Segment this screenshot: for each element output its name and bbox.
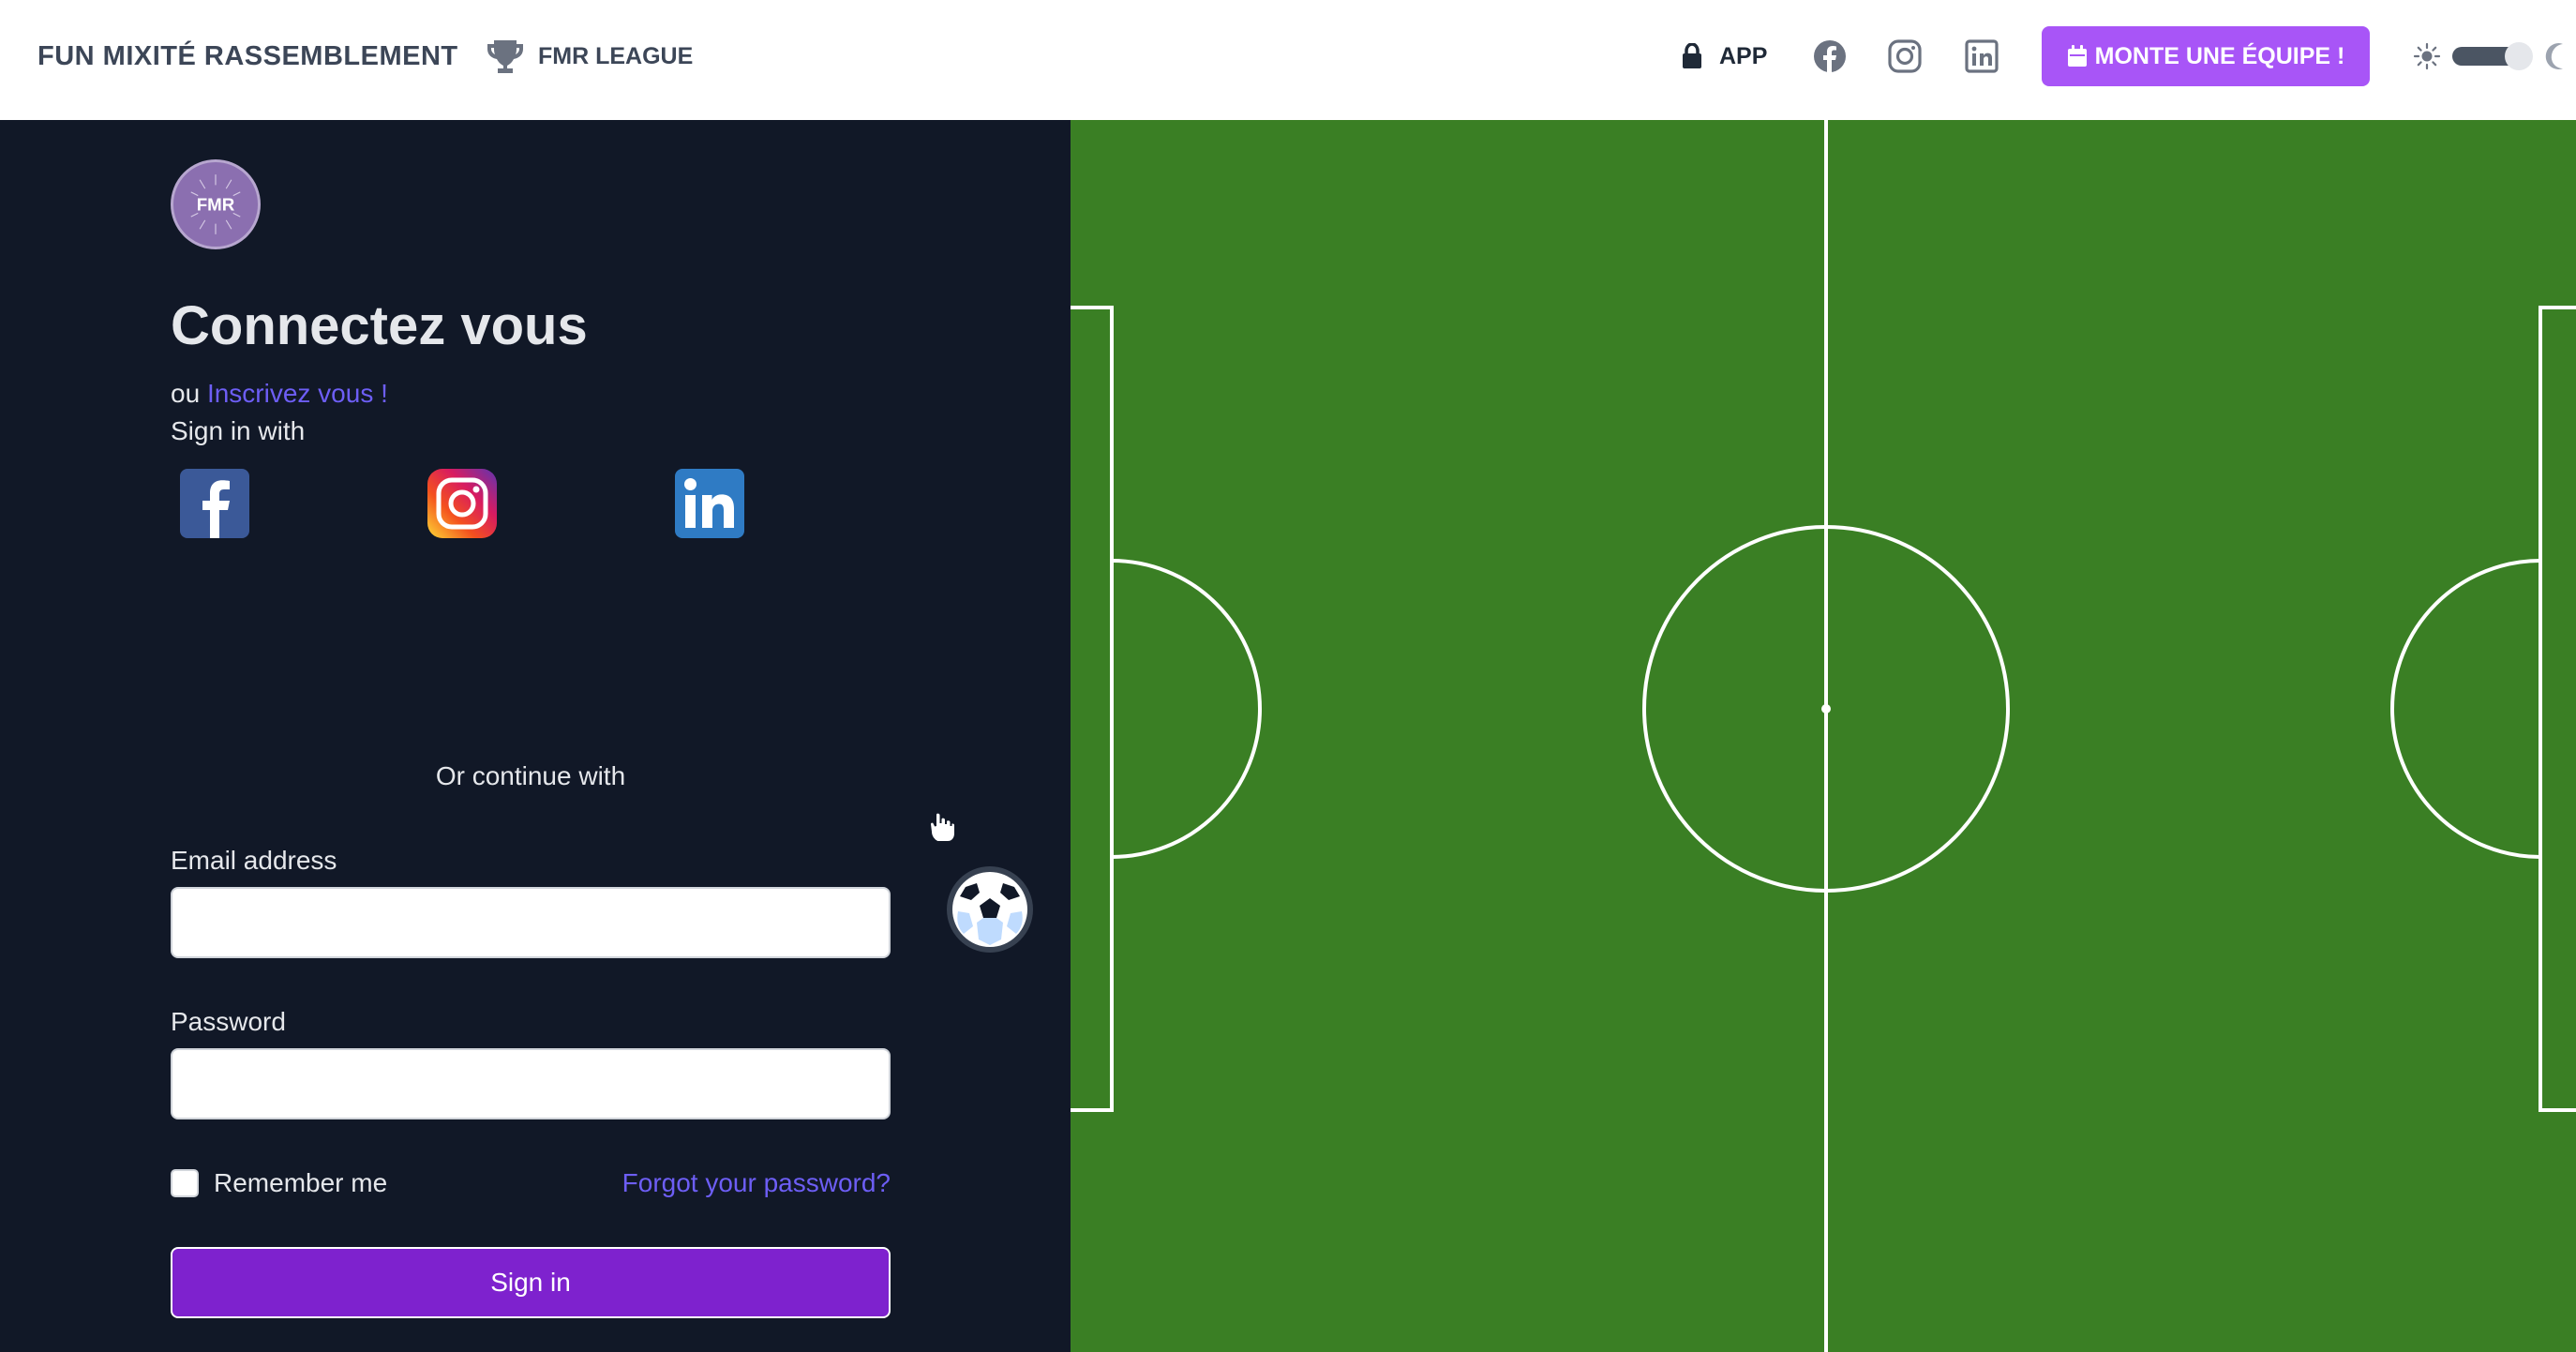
facebook-login-button[interactable] [180,469,249,538]
fmr-logo-emblem: FMR [190,174,241,234]
linkedin-icon [1965,39,1999,73]
brand-name[interactable]: FUN MIXITÉ RASSEMBLEMENT [37,38,458,75]
instagram-icon [427,469,497,538]
password-label: Password [171,1007,286,1036]
header-facebook-link[interactable] [1811,38,1849,75]
remember-me-label: Remember me [214,1168,388,1197]
league-link[interactable]: FMR LEAGUE [486,36,693,77]
remember-me-row: Remember me [171,1168,387,1198]
remember-me-checkbox[interactable] [171,1169,199,1197]
facebook-icon [1814,40,1846,72]
email-label: Email address [171,846,337,875]
forgot-password-link[interactable]: Forgot your password? [622,1168,891,1198]
signin-with-label: Sign in with [171,416,306,445]
signup-link[interactable]: Inscrivez vous ! [207,379,388,408]
fmr-logo: FMR [171,159,261,249]
create-team-label: MONTE UNE ÉQUIPE ! [2094,42,2345,69]
email-field[interactable] [171,887,891,958]
calendar-icon [2067,45,2087,67]
app-label: APP [1719,42,1768,69]
or-continue-label: Or continue with [435,761,626,790]
lock-icon [1683,43,1701,68]
sun-icon [2413,42,2441,70]
linkedin-login-button[interactable] [675,469,744,538]
instagram-login-button[interactable] [427,469,497,538]
sign-in-button[interactable]: Sign in [171,1247,891,1318]
header-instagram-link[interactable] [1886,38,1924,75]
page-title: Connectez vous [171,295,588,356]
theme-toggle-track[interactable] [2452,42,2533,70]
header-linkedin-link[interactable] [1963,38,2000,75]
pitch-lines [1071,120,2576,1352]
linkedin-icon [675,469,744,538]
instagram-icon [1888,39,1922,73]
top-navbar: FUN MIXITÉ RASSEMBLEMENT FMR LEAGUE APP [0,0,2576,120]
moon-icon [2545,42,2563,69]
signup-prefix: ou [171,379,201,408]
create-team-button[interactable]: MONTE UNE ÉQUIPE ! [2042,26,2370,86]
facebook-icon [180,469,249,538]
password-field[interactable] [171,1048,891,1119]
soccer-field-illustration [1071,120,2576,1352]
signup-prompt: ou Inscrivez vous ! [171,379,388,409]
pointer-hand-icon [928,811,956,843]
login-panel: FMR Connectez vous ou Inscrivez vous ! S… [0,120,1071,1352]
theme-toggle[interactable] [2413,38,2576,75]
soccer-ball-icon [947,866,1033,953]
app-link[interactable]: APP [1682,38,1767,75]
logo-text: FMR [197,195,235,215]
trophy-icon [487,40,523,73]
league-label: FMR LEAGUE [538,42,694,69]
theme-toggle-knob[interactable] [2505,42,2533,70]
